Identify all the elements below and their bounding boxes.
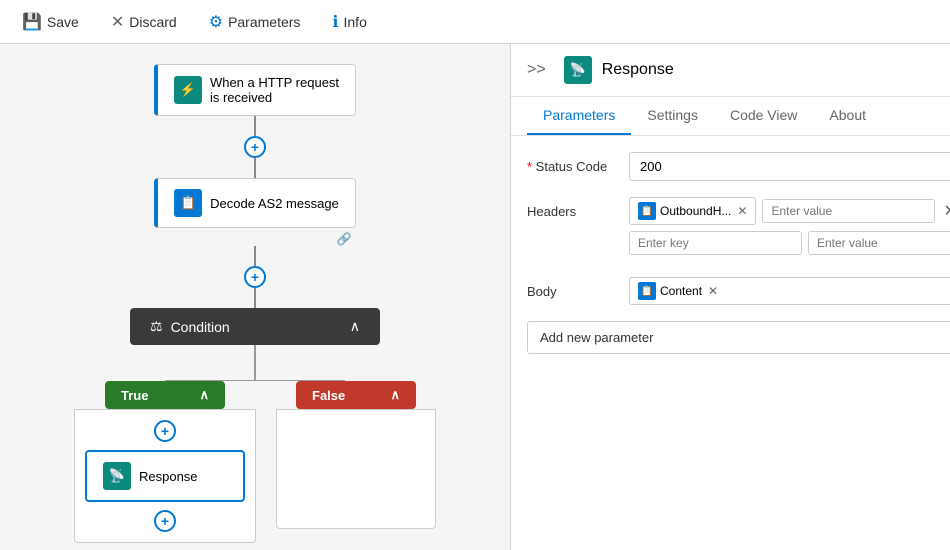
decode-node-box[interactable]: 📋 Decode AS2 message (154, 178, 356, 228)
tab-parameters[interactable]: Parameters (527, 97, 631, 135)
headers-label: Headers (527, 197, 617, 219)
false-branch-header[interactable]: False ∧ (296, 381, 416, 409)
line-2 (254, 158, 256, 178)
branch-connector (65, 345, 445, 381)
body-label: Body (527, 277, 617, 299)
condition-block: ⚖ Condition ∧ (65, 308, 445, 543)
status-code-input[interactable] (629, 152, 950, 181)
branches: True ∧ + 📡 Response + (74, 381, 436, 543)
header-tag[interactable]: 📋 OutboundH... ✕ (629, 197, 756, 225)
info-icon: ℹ (332, 12, 338, 32)
body-tag-close[interactable]: ✕ (708, 284, 718, 298)
body-field: 📋 Content ✕ (629, 277, 950, 305)
headers-row-2 (629, 231, 950, 255)
header-value-input[interactable] (762, 199, 935, 223)
discard-icon: ✕ (111, 12, 124, 32)
line-1 (254, 116, 256, 136)
tab-code-view[interactable]: Code View (714, 97, 813, 135)
http-node: ⚡ When a HTTP requestis received (154, 64, 356, 116)
panel-tabs: Parameters Settings Code View About (511, 97, 950, 136)
false-label: False (312, 388, 345, 403)
condition-label: Condition (171, 319, 230, 335)
condition-icon: ⚖ (150, 318, 163, 335)
true-label: True (121, 388, 148, 403)
right-panel: >> 📡 Response Parameters Settings Code V… (510, 44, 950, 550)
panel-title: Response (602, 61, 674, 79)
response-node[interactable]: 📡 Response (85, 450, 245, 502)
line-4 (254, 288, 256, 308)
body-tag-label: Content (660, 284, 702, 298)
response-node-label: Response (139, 469, 198, 484)
headers-row-1: 📋 OutboundH... ✕ ✕ 📋 (629, 197, 950, 225)
headers-row-container: Headers 📋 OutboundH... ✕ ✕ 📋 (527, 197, 950, 261)
main-area: ⚡ When a HTTP requestis received + 📋 Dec… (0, 44, 950, 550)
canvas: ⚡ When a HTTP requestis received + 📋 Dec… (0, 44, 510, 550)
panel-header: >> 📡 Response (511, 44, 950, 97)
headers-field: 📋 OutboundH... ✕ ✕ 📋 (629, 197, 950, 261)
add-param-dropdown[interactable]: Add new parameter ∨ (527, 321, 950, 354)
condition-title: ⚖ Condition (150, 318, 230, 335)
decode-node-icon: 📋 (174, 189, 202, 217)
http-node-box[interactable]: ⚡ When a HTTP requestis received (154, 64, 356, 116)
response-node-icon: 📡 (103, 462, 131, 490)
discard-button[interactable]: ✕ Discard (105, 8, 183, 36)
true-branch-header[interactable]: True ∧ (105, 381, 225, 409)
header-tag-close[interactable]: ✕ (737, 204, 747, 218)
add-btn-1[interactable]: + (244, 136, 266, 158)
flow-container: ⚡ When a HTTP requestis received + 📋 Dec… (65, 64, 445, 543)
connector-2: + (244, 246, 266, 308)
panel-icon: 📡 (564, 56, 592, 84)
header-delete-btn[interactable]: ✕ (941, 199, 950, 223)
line-3 (254, 246, 256, 266)
toolbar: 💾 Save ✕ Discard ⚙ Parameters ℹ Info (0, 0, 950, 44)
save-icon: 💾 (22, 12, 42, 32)
true-branch-body: + 📡 Response + (74, 409, 256, 543)
save-button[interactable]: 💾 Save (16, 8, 85, 36)
parameters-label: Parameters (228, 14, 300, 30)
parameters-button[interactable]: ⚙ Parameters (203, 8, 307, 36)
tab-about[interactable]: About (813, 97, 882, 135)
header-tag-label: OutboundH... (660, 204, 731, 218)
body-tag-icon: 📋 (638, 282, 656, 300)
condition-header[interactable]: ⚖ Condition ∧ (130, 308, 380, 345)
decode-link-icon: 🔗 (337, 232, 356, 246)
info-label: Info (344, 14, 367, 30)
status-code-row: Status Code (527, 152, 950, 181)
true-add-btn[interactable]: + (154, 420, 176, 442)
status-code-field (629, 152, 950, 181)
body-row: Body 📋 Content ✕ (527, 277, 950, 305)
true-add-btn-2[interactable]: + (154, 510, 176, 532)
false-branch: False ∧ (276, 381, 436, 529)
header-key-input[interactable] (629, 231, 802, 255)
header-tag-icon: 📋 (638, 202, 656, 220)
tab-settings[interactable]: Settings (631, 97, 714, 135)
false-branch-body (276, 409, 436, 529)
status-code-label: Status Code (527, 152, 617, 174)
add-btn-2[interactable]: + (244, 266, 266, 288)
save-label: Save (47, 14, 79, 30)
branch-lines-svg (65, 345, 445, 381)
body-tag[interactable]: 📋 Content ✕ (629, 277, 950, 305)
false-chevron: ∧ (390, 387, 400, 403)
connector-1: + (244, 116, 266, 178)
header-value2-input[interactable] (808, 231, 950, 255)
decode-node: 📋 Decode AS2 message 🔗 (154, 178, 356, 246)
http-node-label: When a HTTP requestis received (210, 75, 339, 105)
collapse-button[interactable]: >> (527, 61, 546, 79)
condition-chevron-up: ∧ (350, 318, 360, 335)
info-button[interactable]: ℹ Info (326, 8, 372, 36)
true-branch: True ∧ + 📡 Response + (74, 381, 256, 543)
parameters-icon: ⚙ (209, 12, 223, 32)
http-node-icon: ⚡ (174, 76, 202, 104)
discard-label: Discard (129, 14, 176, 30)
true-chevron: ∧ (199, 387, 209, 403)
panel-content: Status Code Headers 📋 OutboundH... ✕ (511, 136, 950, 550)
add-param-label: Add new parameter (540, 330, 653, 345)
decode-node-label: Decode AS2 message (210, 196, 339, 211)
